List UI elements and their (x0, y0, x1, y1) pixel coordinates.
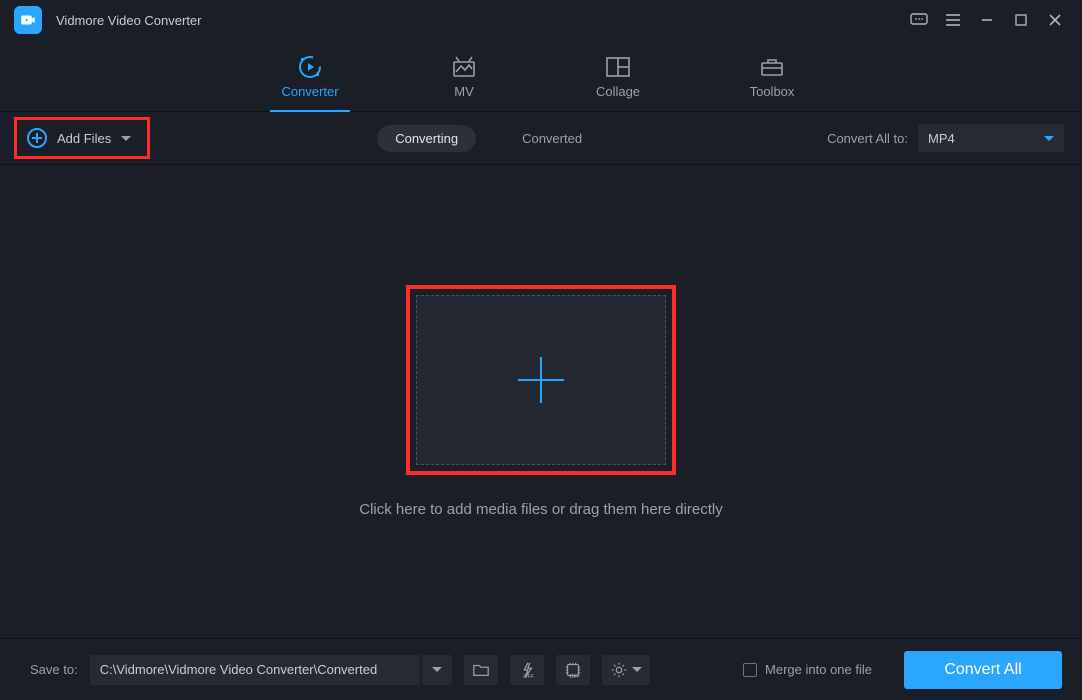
main-area: Click here to add media files or drag th… (0, 164, 1082, 638)
toolbox-icon (759, 56, 785, 78)
chevron-down-icon (632, 667, 642, 672)
titlebar: Vidmore Video Converter (0, 0, 1082, 40)
dropzone-hint: Click here to add media files or drag th… (359, 501, 723, 518)
merge-checkbox[interactable]: Merge into one file (743, 662, 872, 677)
settings-button[interactable] (602, 655, 650, 685)
svg-text:OFF: OFF (569, 674, 580, 679)
open-folder-button[interactable] (464, 655, 498, 685)
minimize-button[interactable] (970, 3, 1004, 37)
chevron-down-icon (1044, 136, 1054, 141)
checkbox-icon (743, 663, 757, 677)
tab-converter[interactable]: Converter (270, 56, 350, 111)
tab-label: Collage (596, 84, 640, 99)
converter-icon (297, 56, 323, 78)
plus-icon (518, 357, 564, 403)
menu-icon[interactable] (936, 3, 970, 37)
save-path-value: C:\Vidmore\Vidmore Video Converter\Conve… (100, 662, 377, 677)
segment-converted[interactable]: Converted (504, 125, 600, 152)
merge-label: Merge into one file (765, 662, 872, 677)
plus-circle-icon (27, 128, 47, 148)
save-path-dropdown[interactable] (422, 655, 452, 685)
chevron-down-icon (121, 136, 131, 141)
collage-icon (605, 56, 631, 78)
save-to-label: Save to: (30, 662, 78, 677)
dropzone-highlight (406, 285, 676, 475)
add-files-label: Add Files (57, 131, 111, 146)
tab-toolbox[interactable]: Toolbox (732, 56, 812, 111)
format-selected-value: MP4 (928, 131, 955, 146)
save-path-field[interactable]: C:\Vidmore\Vidmore Video Converter\Conve… (90, 655, 420, 685)
format-select[interactable]: MP4 (918, 124, 1064, 152)
add-files-button[interactable]: Add Files (14, 117, 150, 159)
dropzone[interactable] (416, 295, 666, 465)
app-logo (14, 6, 42, 34)
tab-collage[interactable]: Collage (578, 56, 658, 111)
tab-label: Toolbox (750, 84, 795, 99)
tab-label: MV (454, 84, 474, 99)
feedback-icon[interactable] (902, 3, 936, 37)
segment-converting[interactable]: Converting (377, 125, 476, 152)
app-title: Vidmore Video Converter (56, 13, 202, 28)
convert-all-to-label: Convert All to: (827, 131, 908, 146)
toolbar: Add Files Converting Converted Convert A… (0, 112, 1082, 164)
gpu-button[interactable]: OFF (556, 655, 590, 685)
hardware-accel-button[interactable]: OFF (510, 655, 544, 685)
convert-all-button[interactable]: Convert All (904, 651, 1062, 689)
bottom-bar: Save to: C:\Vidmore\Vidmore Video Conver… (0, 638, 1082, 700)
chevron-down-icon (432, 667, 442, 672)
tab-label: Converter (281, 84, 338, 99)
tab-mv[interactable]: MV (424, 56, 504, 111)
close-button[interactable] (1038, 3, 1072, 37)
mv-icon (451, 56, 477, 78)
maximize-button[interactable] (1004, 3, 1038, 37)
svg-text:OFF: OFF (523, 674, 534, 679)
main-tabs: Converter MV Collage Toolbox (0, 40, 1082, 112)
